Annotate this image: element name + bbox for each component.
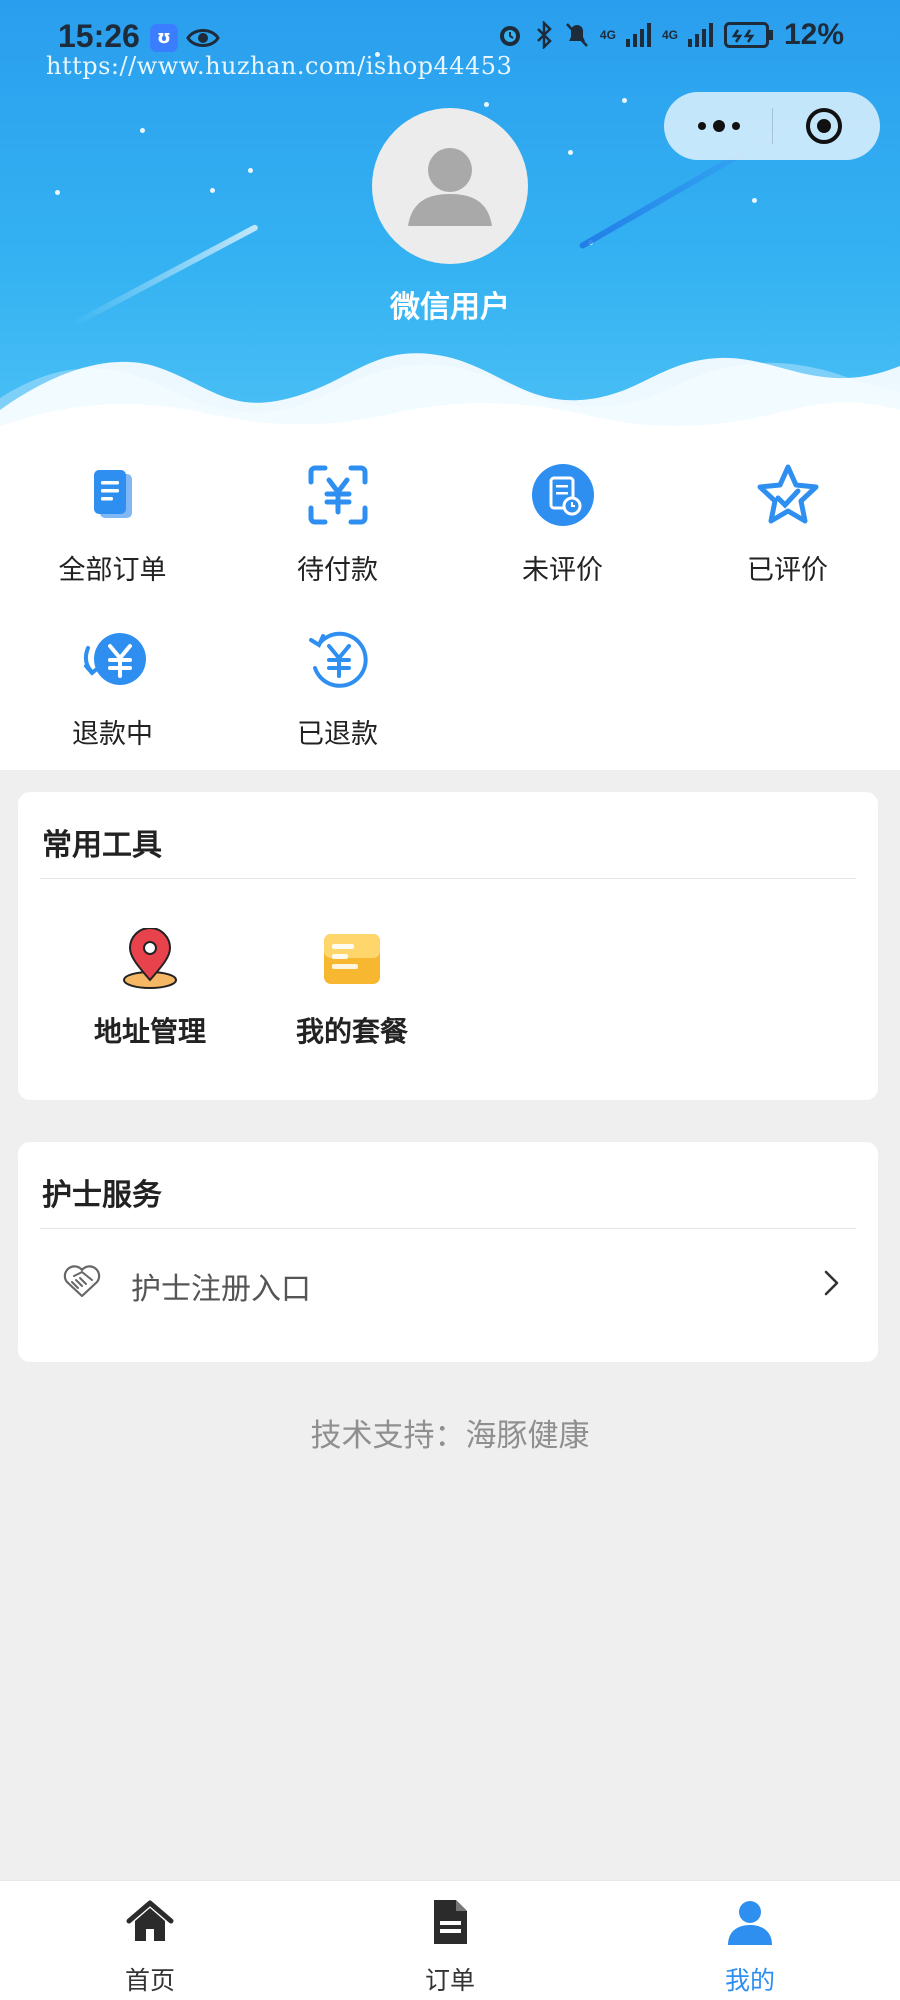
tab-orders[interactable]: 订单: [300, 1881, 600, 2000]
mute-bell-icon: [565, 23, 588, 47]
location-pin-icon: [123, 927, 177, 989]
order-refunded[interactable]: 已退款: [225, 604, 450, 754]
tab-mine[interactable]: 我的: [600, 1881, 900, 2000]
miniprogram-capsule[interactable]: [664, 92, 880, 160]
tool-address-management[interactable]: 地址管理: [50, 927, 250, 1050]
header-wave-decoration: [0, 353, 900, 440]
package-card-icon: [324, 934, 380, 984]
username[interactable]: 微信用户: [0, 282, 900, 326]
reviewed-star-icon: [757, 464, 819, 524]
refunded-icon: [309, 631, 368, 688]
capsule-divider: [772, 108, 773, 144]
order-refunded-label: 已退款: [297, 719, 378, 750]
tab-home-label: 首页: [124, 1966, 175, 1995]
tool-my-package-label: 我的套餐: [295, 1015, 408, 1048]
document-icon: [434, 1900, 467, 1944]
network-label-2: 4G: [661, 28, 678, 42]
eye-icon: [186, 29, 220, 47]
order-status-grid: 全部订单 待付款 未评价 已评价 退款中 已退款: [0, 440, 900, 770]
handshake-icon: [63, 1265, 101, 1298]
pending-payment-icon: [308, 465, 368, 525]
tab-home[interactable]: 首页: [0, 1881, 300, 2000]
tools-card: 常用工具 地址管理 我的套餐: [18, 792, 878, 1100]
order-pending-payment-label: 待付款: [297, 555, 378, 586]
signal-icon-1: [625, 23, 651, 47]
order-refunding[interactable]: 退款中: [0, 604, 225, 754]
technical-support-text: 技术支持：海豚健康: [310, 1418, 590, 1454]
refunding-icon: [83, 633, 146, 685]
tab-orders-label: 订单: [424, 1966, 475, 1995]
home-icon: [126, 1900, 174, 1941]
order-all-label: 全部订单: [58, 555, 167, 586]
order-reviewed-label: 已评价: [747, 555, 828, 586]
network-label-1: 4G: [599, 28, 616, 42]
order-unreviewed[interactable]: 未评价: [450, 440, 675, 590]
default-user-avatar-icon: [408, 148, 492, 226]
nurse-card-title: 护士服务: [42, 1178, 162, 1213]
nurse-registration-label: 护士注册入口: [131, 1272, 311, 1307]
app-notification-icon: ʊ: [150, 24, 178, 52]
chevron-right-icon: [824, 1270, 839, 1296]
order-pending-payment[interactable]: 待付款: [225, 440, 450, 590]
order-refunding-label: 退款中: [72, 719, 153, 750]
user-icon: [728, 1901, 772, 1945]
bluetooth-icon: [537, 21, 552, 49]
order-unreviewed-label: 未评价: [522, 555, 603, 586]
battery-icon: [723, 22, 773, 48]
status-icons: 4G 4G 12%: [496, 18, 844, 52]
unreviewed-icon: [532, 464, 594, 526]
tool-my-package[interactable]: 我的套餐: [252, 928, 452, 1050]
nurse-card-divider: [40, 1228, 856, 1229]
tool-address-management-label: 地址管理: [93, 1015, 206, 1048]
signal-icon-2: [687, 23, 713, 47]
close-miniprogram-icon[interactable]: [804, 106, 844, 146]
battery-percent: 12%: [783, 18, 844, 51]
bottom-tab-bar: 首页 订单 我的: [0, 1880, 900, 2000]
order-all[interactable]: 全部订单: [0, 440, 225, 590]
tab-mine-label: 我的: [724, 1966, 775, 1995]
order-reviewed[interactable]: 已评价: [675, 440, 900, 590]
alarm-icon: [499, 26, 520, 46]
nurse-registration-row[interactable]: 护士注册入口: [18, 1230, 878, 1336]
profile-header: 15:26 ʊ 4G 4G 12% https://www.huzhan.com…: [0, 0, 900, 440]
avatar[interactable]: [372, 108, 528, 264]
nurse-service-card: 护士服务 护士注册入口: [18, 1142, 878, 1362]
all-orders-icon: [94, 470, 132, 518]
tools-card-divider: [40, 878, 856, 879]
watermark-url: https://www.huzhan.com/ishop44453: [46, 52, 513, 80]
tools-card-title: 常用工具: [42, 828, 162, 863]
status-time: 15:26: [58, 18, 140, 54]
more-dots-icon[interactable]: [694, 114, 784, 138]
